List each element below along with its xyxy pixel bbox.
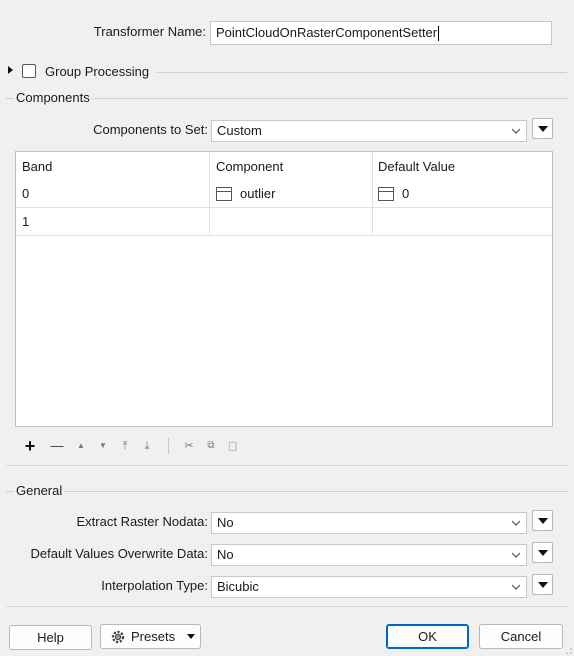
group-processing-divider — [157, 72, 567, 73]
menu-triangle-icon — [538, 126, 548, 132]
column-header-band[interactable]: Band — [22, 158, 52, 176]
menu-triangle-icon — [538, 550, 548, 556]
menu-triangle-icon — [538, 582, 548, 588]
paste-button[interactable]: 📋 — [226, 438, 240, 454]
chevron-down-icon — [512, 552, 520, 558]
components-section-title: Components — [14, 90, 92, 106]
default-value: 0 — [402, 186, 410, 201]
row-divider — [16, 207, 552, 208]
presets-button[interactable]: Presets — [100, 624, 201, 649]
transformer-name-label: Transformer Name: — [93, 24, 206, 39]
group-processing-expander[interactable] — [8, 66, 13, 74]
move-to-top-button[interactable]: ⤒ — [118, 438, 132, 454]
move-down-button[interactable]: ▼ — [96, 438, 110, 454]
text-caret — [438, 26, 440, 42]
ok-button[interactable]: OK — [386, 624, 469, 649]
chevron-down-icon — [512, 520, 520, 526]
component-value: outlier — [240, 186, 276, 201]
row-divider — [16, 235, 552, 236]
transformer-name-value: PointCloudOnRasterComponentSetter — [216, 25, 438, 40]
components-to-set-label: Components to Set: — [93, 122, 208, 137]
components-to-set-select[interactable]: Custom — [211, 120, 527, 142]
move-up-button[interactable]: ▲ — [74, 438, 88, 454]
column-header-component[interactable]: Component — [216, 158, 283, 176]
interpolation-type-value: Bicubic — [217, 579, 259, 594]
band-cell[interactable]: 0 — [22, 185, 29, 203]
attribute-value-icon — [378, 187, 394, 201]
presets-label: Presets — [131, 629, 176, 644]
cancel-button[interactable]: Cancel — [479, 624, 563, 649]
extract-raster-nodata-select[interactable]: No — [211, 512, 527, 534]
toolbar-separator — [168, 438, 169, 454]
components-table[interactable]: Band Component Default Value 0 outlier 0… — [15, 151, 553, 427]
transformer-name-input[interactable]: PointCloudOnRasterComponentSetter — [210, 21, 552, 45]
column-divider — [372, 152, 373, 236]
cut-button[interactable]: ✂ — [182, 438, 196, 454]
copy-button[interactable]: ⧉ — [204, 438, 218, 454]
chevron-down-icon — [512, 584, 520, 590]
column-header-default-value[interactable]: Default Value — [378, 158, 455, 176]
extract-raster-nodata-label: Extract Raster Nodata: — [76, 514, 209, 529]
resize-grip-icon[interactable] — [565, 647, 573, 655]
extract-raster-nodata-menu-button[interactable] — [532, 510, 553, 531]
components-to-set-value: Custom — [217, 123, 262, 138]
interpolation-type-menu-button[interactable] — [532, 574, 553, 595]
extract-raster-nodata-value: No — [217, 515, 234, 530]
interpolation-type-select[interactable]: Bicubic — [211, 576, 527, 598]
remove-row-button[interactable]: — — [49, 438, 65, 454]
default-values-overwrite-menu-button[interactable] — [532, 542, 553, 563]
group-processing-label: Group Processing — [45, 64, 150, 79]
default-values-overwrite-value: No — [217, 547, 234, 562]
general-section-title: General — [14, 483, 65, 499]
menu-triangle-icon — [538, 518, 548, 524]
components-to-set-menu-button[interactable] — [532, 118, 553, 139]
component-cell[interactable]: outlier — [216, 185, 275, 203]
default-values-overwrite-select[interactable]: No — [211, 544, 527, 566]
attribute-value-icon — [216, 187, 232, 201]
default-value-cell[interactable]: 0 — [378, 185, 409, 203]
move-to-bottom-button[interactable]: ⤓ — [140, 438, 154, 454]
chevron-down-icon — [512, 128, 520, 134]
help-button[interactable]: Help — [9, 625, 92, 650]
band-cell[interactable]: 1 — [22, 213, 29, 231]
default-values-overwrite-label: Default Values Overwrite Data: — [30, 546, 209, 561]
column-divider — [209, 152, 210, 236]
interpolation-type-label: Interpolation Type: — [101, 578, 208, 593]
presets-dropdown-icon — [187, 634, 195, 639]
gear-icon — [111, 630, 125, 644]
group-processing-checkbox[interactable] — [22, 64, 36, 78]
add-row-button[interactable]: + — [22, 437, 38, 455]
